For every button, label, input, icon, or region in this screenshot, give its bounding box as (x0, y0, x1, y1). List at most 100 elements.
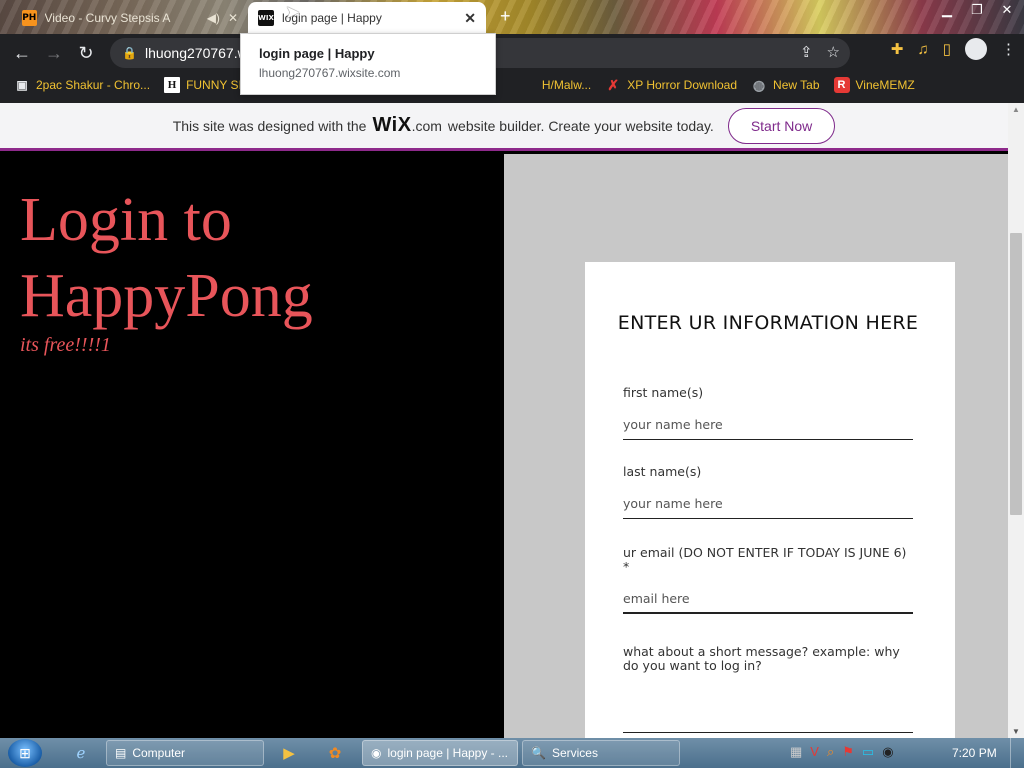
scroll-thumb[interactable] (1010, 233, 1022, 515)
bookmark-label: New Tab (773, 78, 820, 92)
folder-icon: ▤ (115, 746, 127, 760)
tab-close-icon[interactable]: ✕ (228, 11, 238, 25)
bookmark-item[interactable]: ◍ New Tab (751, 76, 820, 93)
last-name-input[interactable] (623, 489, 913, 519)
tray-monitor-icon[interactable]: ▭ (862, 744, 874, 760)
page-scrollbar[interactable]: ▲ ▼ (1008, 103, 1024, 738)
bookmark-item[interactable]: ▣ 2pac Shakur - Chro... (14, 77, 150, 93)
start-button[interactable]: ⊞ (8, 739, 42, 767)
taskbar-label: Services (551, 746, 598, 760)
close-window-icon[interactable]: ✕ (998, 2, 1016, 18)
chrome-icon: ◉ (371, 746, 382, 760)
wix-logo[interactable]: WiX (372, 114, 411, 137)
message-field: what about a short message? example: why… (623, 645, 913, 733)
ph-favicon-icon: PH (22, 10, 37, 26)
tab-strip: PH Video - Curvy Stepsis A ◀) ✕ WIX logi… (0, 0, 1024, 34)
bookmark-item[interactable]: H/Malw... (542, 78, 591, 92)
media-control-icon[interactable]: ♫ (917, 41, 928, 58)
form-heading: ENTER UR INFORMATION HERE (617, 312, 919, 334)
tooltip-title: login page | Happy (259, 46, 375, 61)
tab-hover-card: login page | Happy lhuong270767.wixsite.… (240, 33, 496, 95)
hero-subtitle: its free!!!!1 (20, 334, 111, 356)
page-content: Login to HappyPong its free!!!!1 ENTER U… (0, 154, 1008, 738)
taskbar-item-chrome[interactable]: ◉ login page | Happy - ... (362, 740, 518, 766)
first-name-field: first name(s) (623, 386, 913, 440)
tab-mute-icon[interactable]: ◀) (207, 11, 220, 25)
app-icon[interactable]: ✿ (324, 742, 346, 764)
side-panel-icon[interactable]: ▯ (943, 40, 951, 58)
wix-favicon-icon: WIX (258, 10, 274, 26)
store-icon: ▣ (16, 78, 28, 92)
taskbar-label: login page | Happy - ... (387, 746, 509, 760)
media-player-icon[interactable]: ▶ (278, 742, 300, 764)
tray-v-icon[interactable]: V (810, 744, 819, 760)
tray-flag-icon[interactable]: ⚑ (842, 744, 854, 760)
back-arrow-icon[interactable]: ← (6, 37, 38, 69)
banner-text-after: website builder. Create your website tod… (447, 117, 714, 134)
message-label: what about a short message? example: why… (623, 644, 900, 673)
wix-dotcom: .com (411, 117, 442, 134)
first-name-input[interactable] (623, 410, 913, 440)
taskbar-clock[interactable]: 7:20 PM (952, 746, 997, 760)
bookmark-item[interactable]: R VineMEMZ (833, 77, 915, 93)
tray-volume-icon[interactable]: ◉ (882, 744, 893, 760)
first-name-label: first name(s) (623, 385, 704, 400)
profile-avatar-icon[interactable]: ● (965, 38, 987, 60)
internet-explorer-icon[interactable]: ℯ (70, 742, 92, 764)
bookmark-item[interactable]: ✗ XP Horror Download (605, 77, 737, 93)
email-input[interactable] (623, 584, 913, 614)
taskbar-label: Computer (132, 746, 186, 760)
tab-active[interactable]: WIX login page | Happy ✕ (248, 2, 486, 34)
tooltip-url: lhuong270767.wixsite.com (259, 66, 401, 80)
bookmark-label: XP Horror Download (627, 78, 738, 92)
last-name-field: last name(s) (623, 465, 913, 519)
tab-title: Video - Curvy Stepsis A (44, 11, 171, 25)
tray-search-icon[interactable]: ⌕ (827, 744, 834, 760)
kebab-menu-icon[interactable]: ⋮ (1001, 40, 1016, 58)
browser-toolbar: ← → ↻ 🔒 lhuong270767.w ⇪ ☆ ✚ ♫ ▯ ● ⋮ (0, 34, 1024, 72)
scroll-down-arrow-icon[interactable]: ▼ (1012, 727, 1020, 736)
email-label: ur email (DO NOT ENTER IF TODAY IS JUNE … (623, 545, 907, 574)
taskbar-item-services[interactable]: 🔍 Services (522, 740, 680, 766)
lock-icon[interactable]: 🔒 (122, 46, 137, 60)
url-text[interactable]: lhuong270767.w (145, 45, 248, 61)
forward-arrow-icon[interactable]: → (38, 37, 70, 69)
system-tray: ▦ V ⌕ ⚑ ▭ ◉ (790, 744, 894, 760)
tab-close-icon[interactable]: ✕ (464, 10, 476, 27)
h-icon: H (164, 77, 181, 93)
email-field: ur email (DO NOT ENTER IF TODAY IS JUNE … (623, 546, 913, 614)
search-icon: 🔍 (531, 746, 546, 760)
last-name-label: last name(s) (623, 464, 702, 479)
show-desktop-button[interactable] (1010, 738, 1024, 768)
hero-title: Login to HappyPong (20, 186, 313, 330)
message-input[interactable] (623, 677, 913, 733)
bookmark-label: VineMEMZ (855, 78, 915, 92)
extension-area: ✚ ♫ ▯ ● ⋮ (891, 38, 1016, 60)
start-now-button[interactable]: Start Now (727, 107, 836, 144)
bookmark-label: H/Malw... (541, 78, 592, 92)
hero-panel: Login to HappyPong its free!!!!1 (0, 154, 504, 738)
restore-icon[interactable]: ❐ (968, 2, 986, 18)
globe-icon: ◍ (752, 76, 766, 93)
mouse-cursor-icon: ➤ (285, 2, 301, 22)
bookmark-label: 2pac Shakur - Chro... (36, 78, 151, 92)
window-controls: ▁ ❐ ✕ (938, 2, 1016, 18)
tab-background[interactable]: PH Video - Curvy Stepsis A ◀) ✕ (14, 4, 246, 32)
bookmark-label: FUNNY SI (186, 78, 242, 92)
taskbar-item-computer[interactable]: ▤ Computer (106, 740, 264, 766)
login-form: ENTER UR INFORMATION HERE first name(s) … (585, 262, 955, 738)
new-tab-button[interactable]: + (500, 6, 511, 27)
extensions-puzzle-icon[interactable]: ✚ (891, 40, 904, 58)
bookmark-item[interactable]: H FUNNY SI (164, 77, 242, 93)
reload-icon[interactable]: ↻ (70, 37, 102, 69)
windows-taskbar: ⊞ ℯ ▤ Computer ▶ ✿ ◉ login page | Happy … (0, 738, 1024, 768)
r-icon: R (833, 77, 850, 93)
tray-app-icon[interactable]: ▦ (790, 744, 802, 760)
wix-ad-banner: This site was designed with the WiX .com… (0, 103, 1008, 151)
share-icon[interactable]: ⇪ (800, 43, 813, 61)
bookmark-star-icon[interactable]: ☆ (827, 43, 840, 61)
banner-text-before: This site was designed with the (172, 117, 367, 134)
tab-title: login page | Happy (282, 11, 382, 25)
scroll-up-arrow-icon[interactable]: ▲ (1012, 105, 1020, 114)
minimize-icon[interactable]: ▁ (938, 2, 956, 18)
